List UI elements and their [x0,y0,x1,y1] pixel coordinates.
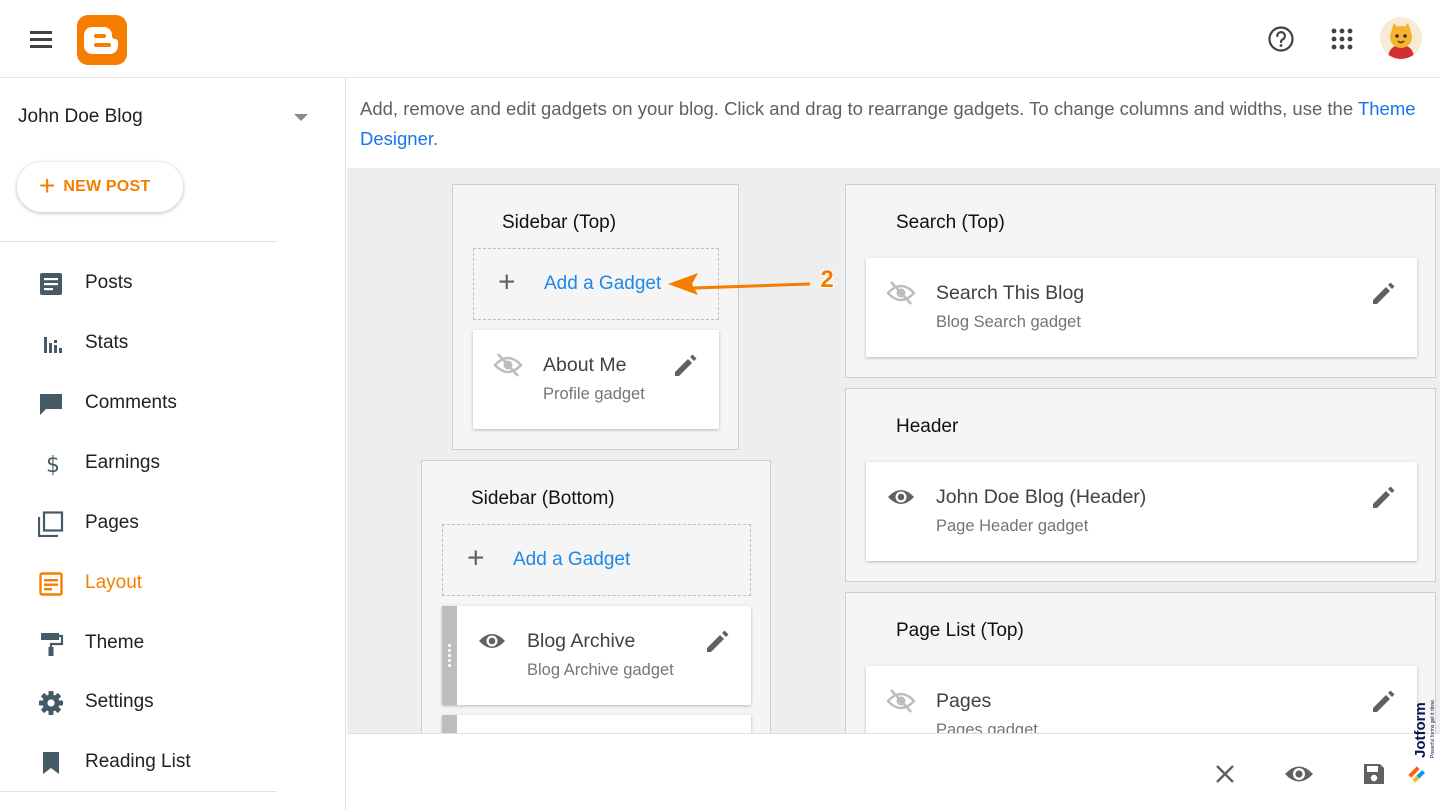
add-gadget-label: Add a Gadget [513,549,631,570]
section-title: Header [896,416,959,437]
section-title: Sidebar (Bottom) [471,488,615,509]
eye-icon [888,490,914,504]
gadget-title: John Doe Blog (Header) [936,486,1147,508]
edit-pencil-icon[interactable] [1369,484,1397,512]
plus-icon: + [467,541,485,575]
section-header: Header John Doe Blog (Header) Page Heade… [845,388,1436,582]
section-page-list-top: Page List (Top) Pages Pages gadget [845,592,1436,733]
new-post-label: NEW POST [63,178,151,195]
section-sidebar-bottom: Sidebar (Bottom) + Add a Gadget Blog Arc… [421,460,771,733]
jotform-watermark: Jotform Powerful forms get it done. [1408,690,1438,790]
left-sidebar: John Doe Blog + NEW POST Posts Stats Com… [0,78,346,810]
edit-pencil-icon[interactable] [1369,688,1397,716]
close-icon[interactable] [1210,759,1240,789]
layout-canvas: Sidebar (Top) + Add a Gadget About Me Pr… [347,168,1440,733]
bookmark-icon [43,752,59,774]
intro-end: . [433,128,439,149]
user-avatar[interactable] [1380,17,1422,59]
gadget-card[interactable]: John Doe Blog (Header) Page Header gadge… [866,462,1417,561]
comments-icon [40,394,62,415]
posts-icon [40,273,62,295]
step-number: 2 [820,266,834,293]
gadget-subtitle: Blog Search gadget [936,313,1081,331]
gadget-title: About Me [543,354,627,376]
watermark-brand: Jotform [1412,702,1429,758]
dollar-icon: $ [46,453,60,477]
edit-pencil-icon[interactable] [1369,280,1397,308]
sidebar-item-label: Stats [85,332,129,353]
sidebar-item-comments[interactable]: Comments [0,381,330,425]
gadget-card[interactable]: Blog Archive Blog Archive gadget [442,606,751,705]
sidebar-item-posts[interactable]: Posts [0,261,330,305]
gadget-card[interactable]: Pages Pages gadget [866,666,1417,733]
sidebar-item-label: Layout [85,572,143,593]
stats-icon [44,337,62,353]
sidebar-item-label: Pages [85,512,139,533]
blogger-logo[interactable] [77,15,127,65]
edit-pencil-icon[interactable] [703,628,731,656]
sidebar-item-pages[interactable]: Pages [0,501,330,545]
sidebar-item-earnings[interactable]: $ Earnings [0,441,330,485]
pages-icon [38,511,64,537]
paint-roller-icon [41,633,64,656]
sidebar-item-label: Theme [85,632,145,653]
sidebar-item-theme[interactable]: Theme [0,621,330,665]
sidebar-divider [0,241,277,242]
svg-text:$: $ [46,453,60,477]
sidebar-divider [0,791,277,792]
section-sidebar-top: Sidebar (Top) + Add a Gadget About Me Pr… [452,184,739,450]
gadget-title: Blog Archive [527,630,636,652]
section-search-top: Search (Top) Search This Blog Blog Searc… [845,184,1436,378]
gear-icon [39,691,63,715]
layout-icon [39,572,63,596]
help-circle-icon[interactable] [1262,20,1300,58]
eye-icon [479,634,505,648]
top-app-bar [0,0,1440,78]
gadget-card[interactable]: About Me Profile gadget [473,330,719,429]
edit-pencil-icon[interactable] [671,352,699,380]
sidebar-item-label: Posts [85,272,133,293]
sidebar-item-label: Earnings [85,452,160,473]
save-icon[interactable] [1359,759,1389,789]
section-title: Sidebar (Top) [502,212,617,233]
chevron-down-icon [294,114,308,121]
gadget-card[interactable] [442,715,751,733]
new-post-button[interactable]: + NEW POST [17,162,183,212]
section-title: Search (Top) [896,212,1005,233]
plus-icon: + [498,265,516,299]
sidebar-item-label: Comments [85,392,177,413]
gadget-subtitle: Pages gadget [936,721,1038,733]
gadget-title: Search This Blog [936,282,1085,304]
hamburger-menu-icon[interactable] [28,27,56,51]
sidebar-item-label: Reading List [85,751,191,772]
gadget-card[interactable]: Search This Blog Blog Search gadget [866,258,1417,357]
sidebar-item-reading-list[interactable]: Reading List [0,740,330,784]
layout-intro-text: Add, remove and edit gadgets on your blo… [360,94,1435,154]
bottom-action-bar [347,733,1440,810]
section-title: Page List (Top) [896,620,1024,641]
watermark-tagline: Powerful forms get it done. [1430,699,1436,758]
blog-selector-dropdown[interactable]: John Doe Blog [18,106,318,130]
eye-off-icon [493,353,523,377]
plus-icon: + [39,169,56,201]
sidebar-item-settings[interactable]: Settings [0,680,330,724]
eye-off-icon [886,689,916,713]
sidebar-item-label: Settings [85,691,154,712]
eye-off-icon [886,281,916,305]
layout-editor: Add, remove and edit gadgets on your blo… [347,78,1440,810]
gadget-subtitle: Page Header gadget [936,517,1089,535]
gadget-subtitle: Profile gadget [543,385,645,403]
gadget-subtitle: Blog Archive gadget [527,661,674,679]
blog-name: John Doe Blog [18,106,143,127]
intro-text: Add, remove and edit gadgets on your blo… [360,98,1354,119]
sidebar-item-stats[interactable]: Stats [0,321,330,365]
drag-handle[interactable] [442,715,457,733]
eye-icon[interactable] [1284,759,1314,789]
drag-handle[interactable] [442,606,457,705]
add-gadget-label: Add a Gadget [544,273,662,294]
add-gadget-button[interactable]: + Add a Gadget [442,524,751,596]
apps-grid-icon[interactable] [1323,20,1361,58]
gadget-title: Pages [936,690,992,712]
sidebar-item-layout[interactable]: Layout [0,561,330,605]
